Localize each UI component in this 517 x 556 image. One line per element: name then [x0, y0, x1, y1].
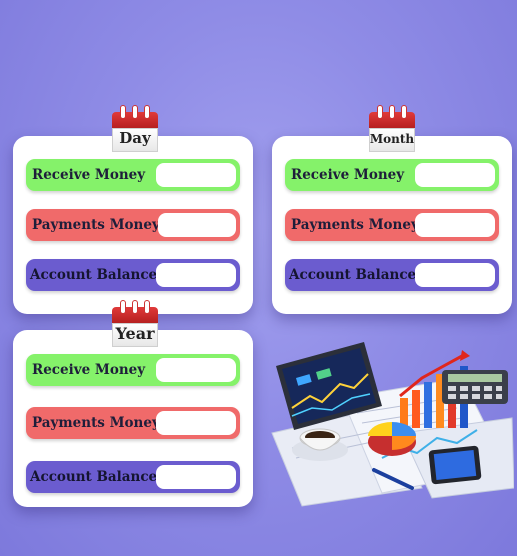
year-account-balance-input[interactable]: [156, 465, 236, 489]
year-account-balance-label: Account Balance: [30, 469, 158, 485]
month-payments-money-label: Payments Money: [291, 217, 419, 233]
month-receive-money-label: Receive Money: [291, 167, 405, 183]
day-account-balance-row: Account Balance: [26, 259, 240, 291]
day-account-balance-label: Account Balance: [30, 267, 158, 283]
month-receive-money-input[interactable]: [415, 163, 495, 187]
month-title: Month: [369, 132, 415, 146]
month-account-balance-input[interactable]: [415, 263, 495, 287]
year-payments-money-input[interactable]: [156, 411, 236, 435]
day-receive-money-input[interactable]: [156, 163, 236, 187]
calculator-icon: [442, 370, 508, 404]
day-receive-money-row: Receive Money: [26, 159, 240, 191]
month-panel: Receive Money Payments Money Account Bal…: [272, 136, 512, 314]
month-payments-money-row: Payments Money: [285, 209, 499, 241]
day-calendar-icon: Day: [112, 106, 158, 152]
year-account-balance-row: Account Balance: [26, 461, 240, 493]
day-account-balance-input[interactable]: [156, 263, 236, 287]
year-receive-money-input[interactable]: [156, 358, 236, 382]
year-payments-money-label: Payments Money: [32, 415, 160, 431]
day-receive-money-label: Receive Money: [32, 167, 146, 183]
year-payments-money-row: Payments Money: [26, 407, 240, 439]
day-payments-money-row: Payments Money: [26, 209, 240, 241]
month-payments-money-input[interactable]: [415, 213, 495, 237]
month-receive-money-row: Receive Money: [285, 159, 499, 191]
day-title: Day: [119, 129, 151, 147]
year-receive-money-row: Receive Money: [26, 354, 240, 386]
year-title: Year: [115, 324, 155, 343]
month-account-balance-row: Account Balance: [285, 259, 499, 291]
month-calendar-icon: Month: [369, 106, 415, 152]
day-payments-money-input[interactable]: [158, 213, 236, 237]
year-receive-money-label: Receive Money: [32, 362, 146, 378]
finance-illustration: [271, 342, 514, 507]
year-calendar-icon: Year: [112, 301, 158, 347]
day-payments-money-label: Payments Money: [32, 217, 160, 233]
year-panel: Receive Money Payments Money Account Bal…: [13, 330, 253, 507]
month-account-balance-label: Account Balance: [289, 267, 417, 283]
phone-icon: [428, 445, 482, 485]
pie-chart-icon: [368, 422, 416, 456]
day-panel: Receive Money Payments Money Account Bal…: [13, 136, 253, 314]
